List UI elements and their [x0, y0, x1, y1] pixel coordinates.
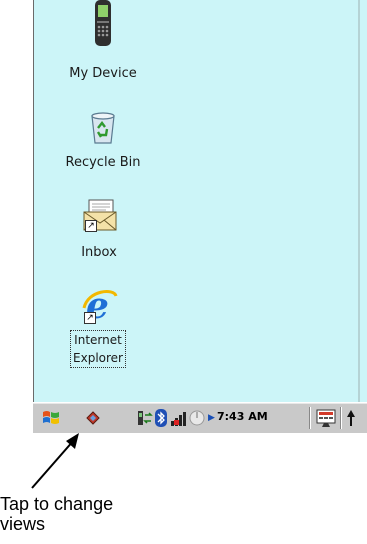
- callout-line1: Tap to change: [0, 494, 114, 514]
- callout-arrow: [31, 433, 79, 489]
- callout-text: Tap to change views: [0, 494, 113, 534]
- callout-line2: views: [0, 514, 46, 534]
